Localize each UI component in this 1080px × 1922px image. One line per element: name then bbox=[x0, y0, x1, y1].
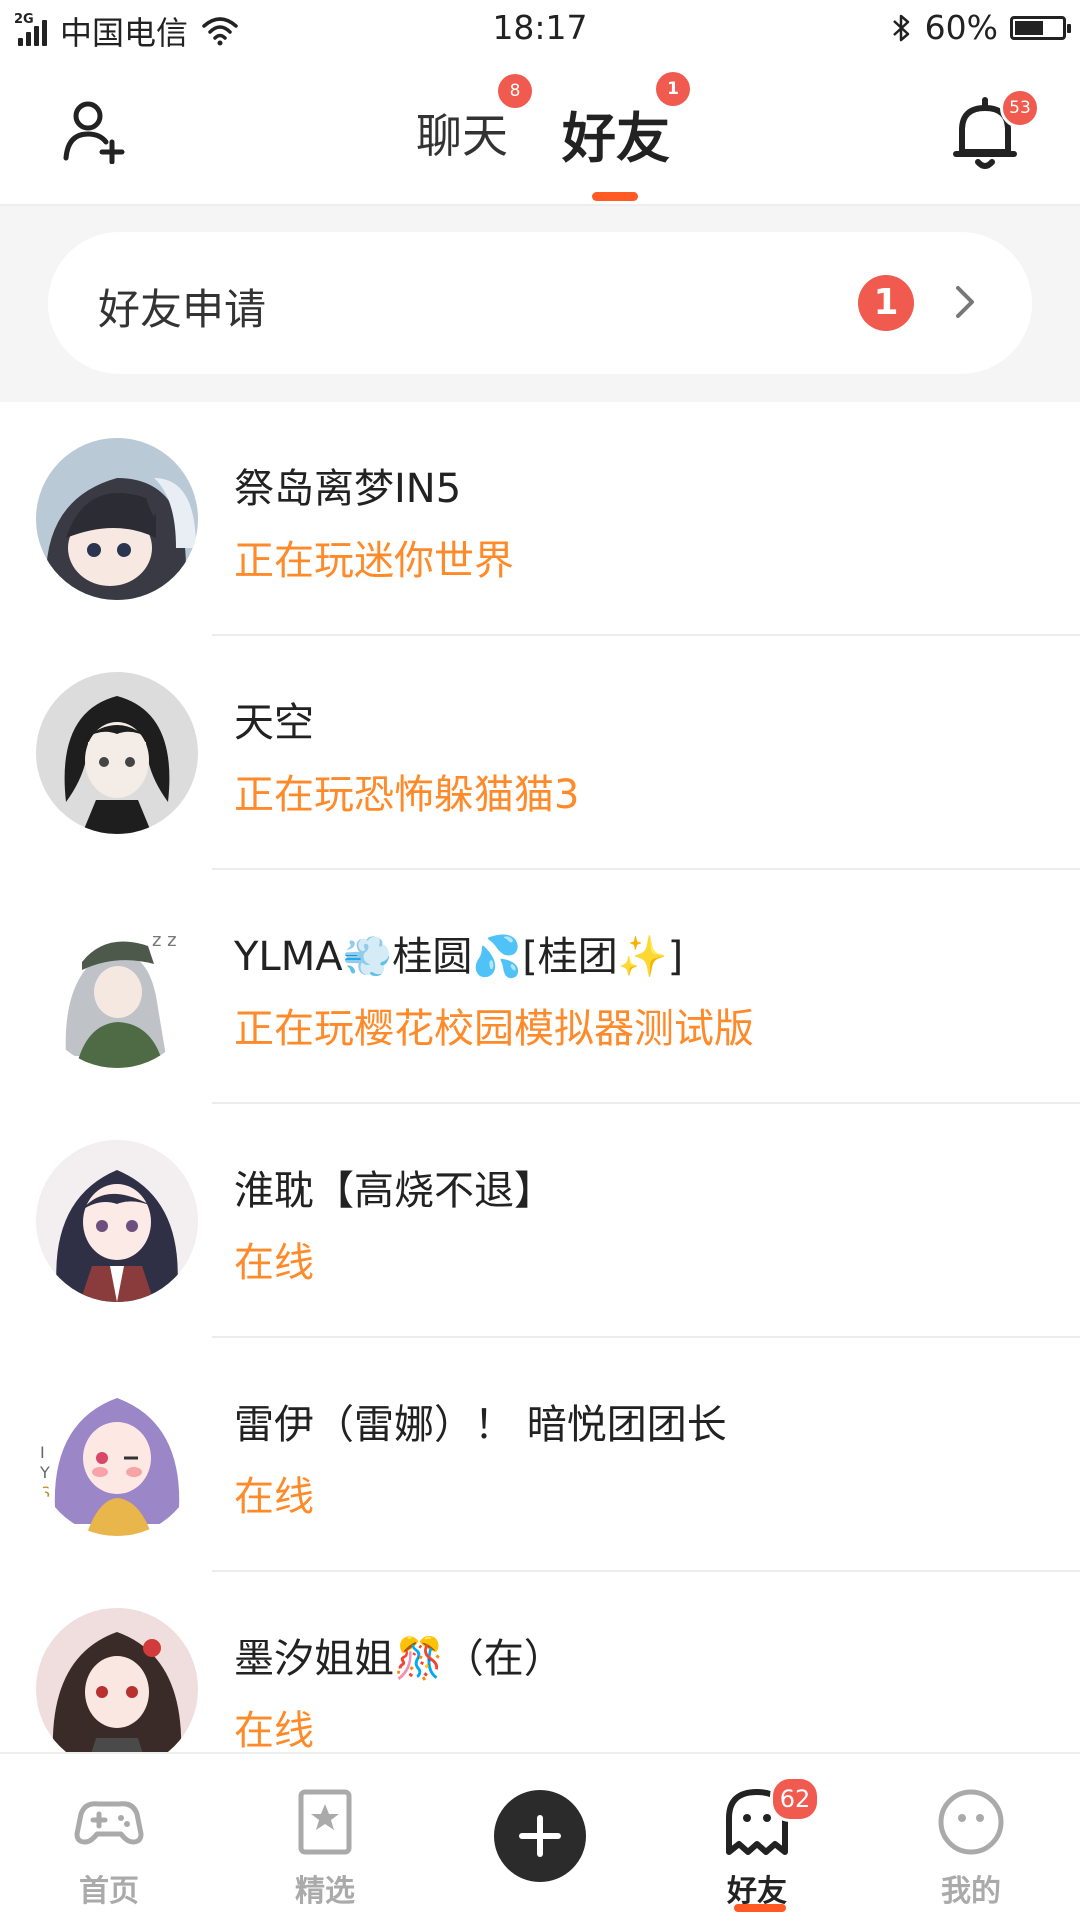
nav-home-label: 首页 bbox=[79, 1874, 139, 1909]
tab-chat[interactable]: 聊天 8 bbox=[416, 74, 532, 166]
nav-featured-label: 精选 bbox=[295, 1874, 355, 1909]
face-icon bbox=[938, 1789, 1004, 1855]
friend-status: 正在玩恐怖躲猫猫3 bbox=[234, 772, 580, 818]
status-right: 60% bbox=[891, 8, 1071, 47]
bluetooth-icon bbox=[892, 14, 909, 41]
chevron-right-icon bbox=[956, 286, 974, 318]
friend-name: 祭岛离梦IN5 bbox=[234, 466, 462, 512]
avatar: z z bbox=[36, 906, 198, 1068]
nav-home[interactable]: 首页 bbox=[34, 1754, 184, 1922]
bottom-nav: 首页 精选 62 好友 我的 bbox=[0, 1752, 1080, 1922]
svg-text:z z: z z bbox=[152, 930, 177, 951]
avatar: IYS bbox=[36, 1374, 198, 1536]
battery-icon bbox=[1010, 15, 1071, 40]
friend-row[interactable]: z z YLMA💨桂圆💦[桂团✨] 正在玩樱花校园模拟器测试版 bbox=[0, 870, 1080, 1104]
svg-text:I: I bbox=[40, 1443, 45, 1462]
nav-profile[interactable]: 我的 bbox=[896, 1754, 1046, 1922]
friend-request-badge: 1 bbox=[858, 275, 914, 331]
svg-text:S: S bbox=[40, 1483, 50, 1502]
friend-status: 在线 bbox=[234, 1708, 314, 1754]
create-button[interactable] bbox=[494, 1790, 586, 1882]
tab-friends-label: 好友 bbox=[562, 107, 670, 170]
friend-row[interactable]: 祭岛离梦IN5 正在玩迷你世界 bbox=[0, 402, 1080, 636]
active-nav-indicator bbox=[734, 1904, 786, 1912]
friend-request-button[interactable]: 好友申请 1 bbox=[48, 232, 1032, 374]
friend-row[interactable]: 淮耽【高烧不退】 在线 bbox=[0, 1104, 1080, 1338]
friends-tab-badge: 1 bbox=[656, 72, 690, 106]
top-header: 聊天 8 好友 1 53 bbox=[0, 58, 1080, 206]
friend-status: 正在玩迷你世界 bbox=[234, 538, 514, 584]
tab-friends[interactable]: 好友 1 bbox=[562, 72, 690, 173]
nav-featured[interactable]: 精选 bbox=[250, 1754, 400, 1922]
add-friend-icon[interactable] bbox=[62, 98, 128, 164]
battery-fill bbox=[1015, 20, 1043, 35]
star-bookmark-icon bbox=[298, 1789, 352, 1855]
avatar bbox=[36, 1608, 198, 1770]
notification-button[interactable]: 53 bbox=[952, 88, 1040, 172]
active-tab-indicator bbox=[592, 192, 638, 201]
status-bar: 2G 中国电信 18:17 60% bbox=[0, 0, 1080, 58]
chat-badge: 8 bbox=[498, 74, 532, 108]
friend-request-label: 好友申请 bbox=[98, 285, 267, 334]
nav-friends-badge: 62 bbox=[770, 1776, 820, 1822]
friend-status: 正在玩樱花校园模拟器测试版 bbox=[234, 1006, 754, 1052]
nav-friends[interactable]: 62 好友 bbox=[682, 1754, 832, 1922]
plus-icon bbox=[519, 1815, 561, 1857]
notification-badge: 53 bbox=[1000, 88, 1040, 128]
avatar bbox=[36, 1140, 198, 1302]
friend-name: 墨汐姐姐🎊（在） bbox=[234, 1636, 564, 1682]
friends-list: 祭岛离梦IN5 正在玩迷你世界 天空 正在玩恐怖躲猫猫3 z z YLMA💨桂圆… bbox=[0, 402, 1080, 1806]
avatar bbox=[36, 672, 198, 834]
avatar bbox=[36, 438, 198, 600]
friend-name: 雷伊（雷娜）！ 暗悦团团长 bbox=[234, 1402, 727, 1448]
tab-chat-label: 聊天 bbox=[416, 109, 508, 163]
gamepad-icon bbox=[74, 1801, 144, 1845]
friend-row[interactable]: IYS 雷伊（雷娜）！ 暗悦团团长 在线 bbox=[0, 1338, 1080, 1572]
friend-request-section: 好友申请 1 bbox=[0, 206, 1080, 402]
battery-percent: 60% bbox=[924, 8, 998, 47]
friend-row[interactable]: 天空 正在玩恐怖躲猫猫3 bbox=[0, 636, 1080, 870]
friend-name: 天空 bbox=[234, 700, 314, 746]
friend-name: 淮耽【高烧不退】 bbox=[234, 1168, 554, 1214]
svg-text:Y: Y bbox=[39, 1463, 50, 1482]
friend-status: 在线 bbox=[234, 1240, 314, 1286]
friend-status: 在线 bbox=[234, 1474, 314, 1520]
friend-name: YLMA💨桂圆💦[桂团✨] bbox=[234, 934, 684, 980]
nav-profile-label: 我的 bbox=[941, 1874, 1001, 1909]
